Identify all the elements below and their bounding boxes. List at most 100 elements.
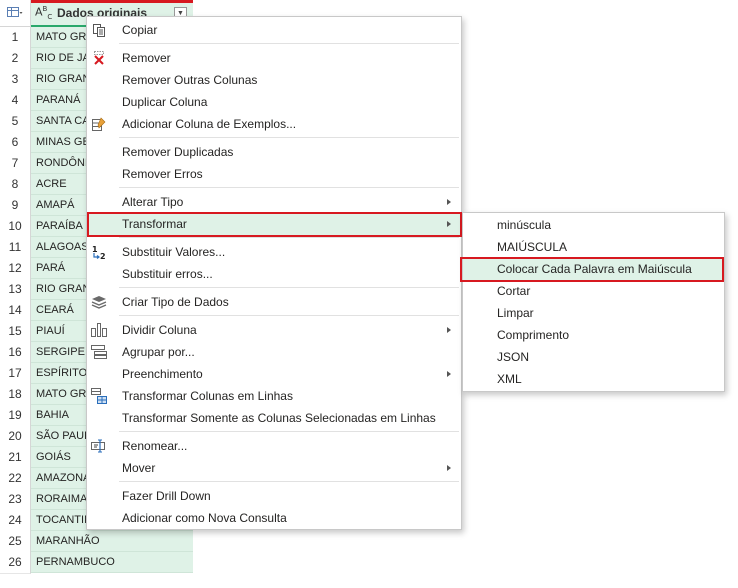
row-number: 9	[0, 195, 31, 217]
submenu-item-cortar[interactable]: Cortar	[463, 280, 724, 302]
row-number: 19	[0, 405, 31, 427]
menu-item-mover[interactable]: Mover	[87, 457, 461, 479]
row-number: 18	[0, 384, 31, 406]
menu-separator	[119, 187, 459, 188]
row-number: 24	[0, 510, 31, 532]
menu-item-label: Mover	[122, 461, 156, 475]
menu-item-fazer-drill-down[interactable]: Fazer Drill Down	[87, 485, 461, 507]
row-number: 8	[0, 174, 31, 196]
menu-item-label: Duplicar Coluna	[122, 95, 208, 109]
menu-item-substituir-erros[interactable]: Substituir erros...	[87, 263, 461, 285]
menu-item-label: Dividir Coluna	[122, 323, 197, 337]
column-context-menu: Copiar Remover Remover Outras Colunas Dupli…	[86, 16, 462, 530]
table-cell[interactable]: MARANHÃO	[31, 531, 193, 552]
submenu-arrow-icon	[447, 199, 451, 205]
submenu-item-label: minúscula	[497, 218, 552, 232]
menu-item-remover[interactable]: Remover	[87, 47, 461, 69]
rename-icon	[91, 438, 107, 454]
menu-item-label: Remover	[122, 51, 171, 65]
table-row[interactable]: 25 MARANHÃO	[0, 531, 193, 553]
menu-item-label: Agrupar por...	[122, 345, 195, 359]
remove-icon	[91, 50, 107, 66]
menu-item-substituir-valores[interactable]: 1 2 Substituir Valores...	[87, 241, 461, 263]
row-number: 2	[0, 48, 31, 70]
submenu-arrow-icon	[447, 371, 451, 377]
menu-item-label: Remover Outras Colunas	[122, 73, 258, 87]
submenu-item-label: Comprimento	[497, 328, 570, 342]
submenu-item-xml[interactable]: XML	[463, 368, 724, 390]
menu-separator	[119, 431, 459, 432]
menu-item-preenchimento[interactable]: Preenchimento	[87, 363, 461, 385]
submenu-item-limpar[interactable]: Limpar	[463, 302, 724, 324]
menu-item-remover-erros[interactable]: Remover Erros	[87, 163, 461, 185]
row-number: 4	[0, 90, 31, 112]
svg-text:1: 1	[92, 245, 98, 254]
row-number: 6	[0, 132, 31, 154]
menu-item-label: Transformar	[122, 217, 187, 231]
submenu-item-label: JSON	[497, 350, 530, 364]
menu-item-dividir-coluna[interactable]: Dividir Coluna	[87, 319, 461, 341]
row-number: 5	[0, 111, 31, 133]
submenu-item-colocar-cada-palavra-em-maiuscula[interactable]: Colocar Cada Palavra em Maiúscula	[463, 258, 724, 280]
menu-item-transformar-colunas-em-linhas[interactable]: Transformar Colunas em Linhas	[87, 385, 461, 407]
menu-item-transformar-somente-as-colunas-selecionadas-em-linhas[interactable]: Transformar Somente as Colunas Seleciona…	[87, 407, 461, 429]
submenu-item-label: XML	[497, 372, 522, 386]
row-number: 11	[0, 237, 31, 259]
menu-separator	[119, 481, 459, 482]
copy-icon	[91, 22, 107, 38]
menu-separator	[119, 43, 459, 44]
menu-item-remover-outras-colunas[interactable]: Remover Outras Colunas	[87, 69, 461, 91]
transform-submenu: minúscula MAIÚSCULA Colocar Cada Palavra e…	[460, 212, 725, 392]
menu-item-label: Substituir erros...	[122, 267, 213, 281]
menu-item-label: Remover Duplicadas	[122, 145, 234, 159]
row-number: 20	[0, 426, 31, 448]
submenu-item-json[interactable]: JSON	[463, 346, 724, 368]
row-number: 13	[0, 279, 31, 301]
menu-item-label: Criar Tipo de Dados	[122, 295, 229, 309]
submenu-item-minuscula[interactable]: minúscula	[463, 214, 724, 236]
menu-item-label: Transformar Somente as Colunas Seleciona…	[122, 411, 436, 425]
text-type-icon[interactable]: ABC	[35, 5, 52, 21]
svg-text:2: 2	[100, 252, 106, 260]
row-number: 14	[0, 300, 31, 322]
submenu-item-maiuscula[interactable]: MAIÚSCULA	[463, 236, 724, 258]
row-number: 1	[0, 27, 31, 49]
menu-item-label: Remover Erros	[122, 167, 203, 181]
menu-item-label: Fazer Drill Down	[122, 489, 211, 503]
menu-item-agrupar-por[interactable]: Agrupar por...	[87, 341, 461, 363]
menu-item-label: Renomear...	[122, 439, 188, 453]
replace-values-icon: 12	[91, 244, 107, 260]
row-number: 26	[0, 552, 31, 574]
row-number: 7	[0, 153, 31, 175]
split-column-icon	[91, 322, 107, 338]
menu-item-transformar[interactable]: Transformar	[87, 213, 461, 235]
row-number: 17	[0, 363, 31, 385]
menu-item-label: Alterar Tipo	[122, 195, 184, 209]
row-number: 25	[0, 531, 31, 553]
menu-item-renomear[interactable]: Renomear...	[87, 435, 461, 457]
row-number: 10	[0, 216, 31, 238]
table-menu-icon[interactable]	[0, 0, 31, 26]
submenu-arrow-icon	[447, 465, 451, 471]
menu-separator	[119, 137, 459, 138]
column-selected-marker	[31, 0, 193, 3]
menu-item-label: Transformar Colunas em Linhas	[122, 389, 293, 403]
table-cell[interactable]: PERNAMBUCO	[31, 552, 193, 573]
row-number: 23	[0, 489, 31, 511]
menu-item-duplicar-coluna[interactable]: Duplicar Coluna	[87, 91, 461, 113]
table-row[interactable]: 26 PERNAMBUCO	[0, 552, 193, 574]
submenu-item-label: MAIÚSCULA	[497, 240, 568, 254]
menu-item-criar-tipo-de-dados[interactable]: Criar Tipo de Dados	[87, 291, 461, 313]
menu-item-remover-duplicadas[interactable]: Remover Duplicadas	[87, 141, 461, 163]
submenu-arrow-icon	[447, 221, 451, 227]
data-type-icon	[91, 294, 107, 310]
submenu-item-comprimento[interactable]: Comprimento	[463, 324, 724, 346]
menu-separator	[119, 315, 459, 316]
menu-item-adicionar-como-nova-consulta[interactable]: Adicionar como Nova Consulta	[87, 507, 461, 529]
menu-item-adicionar-coluna-de-exemplos[interactable]: Adicionar Coluna de Exemplos...	[87, 113, 461, 135]
submenu-arrow-icon	[447, 327, 451, 333]
menu-item-copiar[interactable]: Copiar	[87, 19, 461, 41]
menu-item-alterar-tipo[interactable]: Alterar Tipo	[87, 191, 461, 213]
submenu-item-label: Limpar	[497, 306, 534, 320]
row-number: 3	[0, 69, 31, 91]
